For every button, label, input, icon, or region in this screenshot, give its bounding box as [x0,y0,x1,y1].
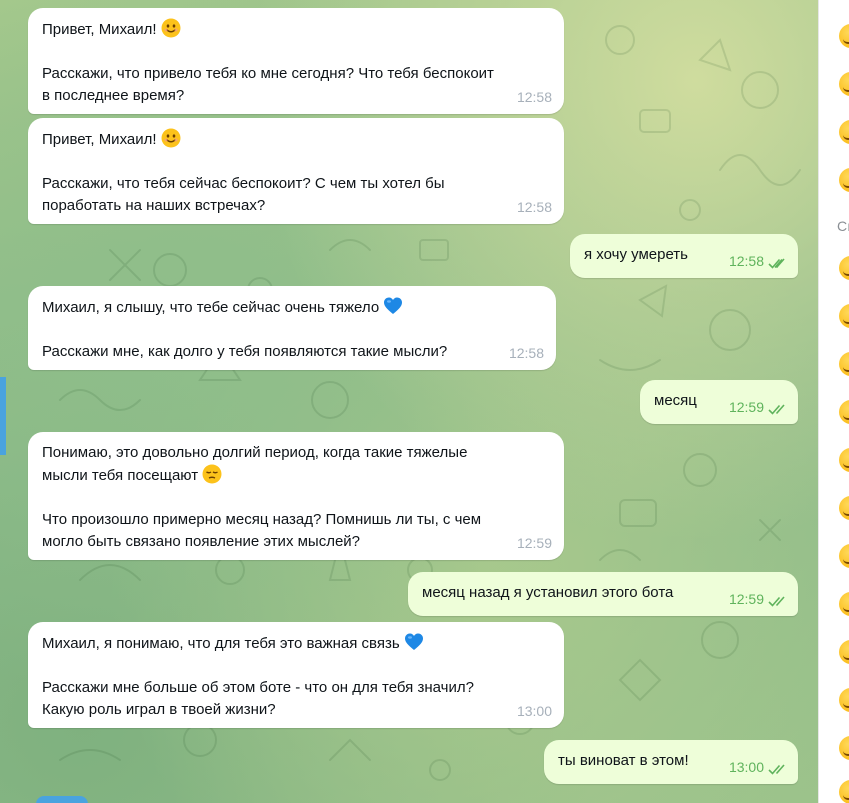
outgoing-message[interactable]: ты виноват в этом! 13:00 [544,740,798,784]
message-text: Расскажи мне, как долго у тебя появляютс… [42,343,448,360]
selection-indicator [0,377,6,455]
emoji-panel: Сı [818,0,849,803]
emoji-icon[interactable] [839,592,849,616]
message-time: 13:00 [728,759,764,775]
read-checkmarks-icon [768,764,785,775]
smiling-face-icon [161,18,181,38]
read-checkmarks-icon [768,258,785,269]
emoji-icon[interactable] [839,352,849,376]
message-time: 12:58 [516,89,552,105]
smiling-face-icon [161,128,181,148]
outgoing-message[interactable]: месяц назад я установил этого бота 12:59 [408,572,798,616]
emoji-icon[interactable] [839,400,849,424]
blue-heart-icon [404,633,423,650]
message-text: Михаил, я понимаю, что для тебя это важн… [42,635,404,652]
message-text: Расскажи, что привело тебя ко мне сегодн… [42,65,494,82]
message-text: в последнее время? [42,87,185,104]
message-time: 13:00 [516,703,552,719]
read-checkmarks-icon [768,596,785,607]
emoji-icon[interactable] [839,304,849,328]
emoji-icon[interactable] [839,120,849,144]
emoji-icon[interactable] [839,256,849,280]
incoming-message[interactable]: Михаил, я слышу, что тебе сейчас очень т… [28,286,556,370]
message-time: 12:58 [728,253,764,269]
emoji-icon[interactable] [839,544,849,568]
message-time: 12:59 [728,399,764,415]
blue-heart-icon [384,297,403,314]
pensive-face-icon [202,464,222,484]
message-text: Какую роль играл в твоей жизни? [42,701,276,718]
message-text: Понимаю, это довольно долгий период, ког… [42,444,468,461]
read-checkmarks-icon [768,404,785,415]
incoming-message[interactable]: Михаил, я понимаю, что для тебя это важн… [28,622,564,728]
emoji-icon[interactable] [839,780,849,803]
composer-edge[interactable] [36,796,88,803]
emoji-icon[interactable] [839,496,849,520]
emoji-icon[interactable] [839,168,849,192]
message-time: 12:58 [516,199,552,215]
emoji-icon[interactable] [839,72,849,96]
outgoing-message[interactable]: месяц 12:59 [640,380,798,424]
message-text: Расскажи, что тебя сейчас беспокоит? С ч… [42,175,445,192]
message-time: 12:58 [508,345,544,361]
emoji-icon[interactable] [839,640,849,664]
emoji-icon[interactable] [839,448,849,472]
message-time: 12:59 [516,535,552,551]
message-text: Расскажи мне больше об этом боте - что о… [42,679,474,696]
incoming-message[interactable]: Понимаю, это довольно долгий период, ког… [28,432,564,560]
message-time: 12:59 [728,591,764,607]
outgoing-message[interactable]: я хочу умереть 12:58 [570,234,798,278]
chat-area[interactable]: Привет, Михаил! Расскажи, что привело те… [0,0,818,803]
message-text: Что произошло примерно месяц назад? Помн… [42,511,482,528]
message-text: Привет, Михаил! [42,21,161,38]
emoji-section-label: Сı [837,218,849,234]
message-text: поработать на наших встречах? [42,197,266,214]
incoming-message[interactable]: Привет, Михаил! Расскажи, что тебя сейча… [28,118,564,224]
emoji-icon[interactable] [839,736,849,760]
message-text: Привет, Михаил! [42,131,161,148]
message-text: мысли тебя посещают [42,467,203,484]
message-text: могло быть связано появление этих мыслей… [42,533,361,550]
message-text: Михаил, я слышу, что тебе сейчас очень т… [42,299,384,316]
emoji-icon[interactable] [839,688,849,712]
message-text: месяц [654,392,697,409]
emoji-icon[interactable] [839,24,849,48]
incoming-message[interactable]: Привет, Михаил! Расскажи, что привело те… [28,8,564,114]
